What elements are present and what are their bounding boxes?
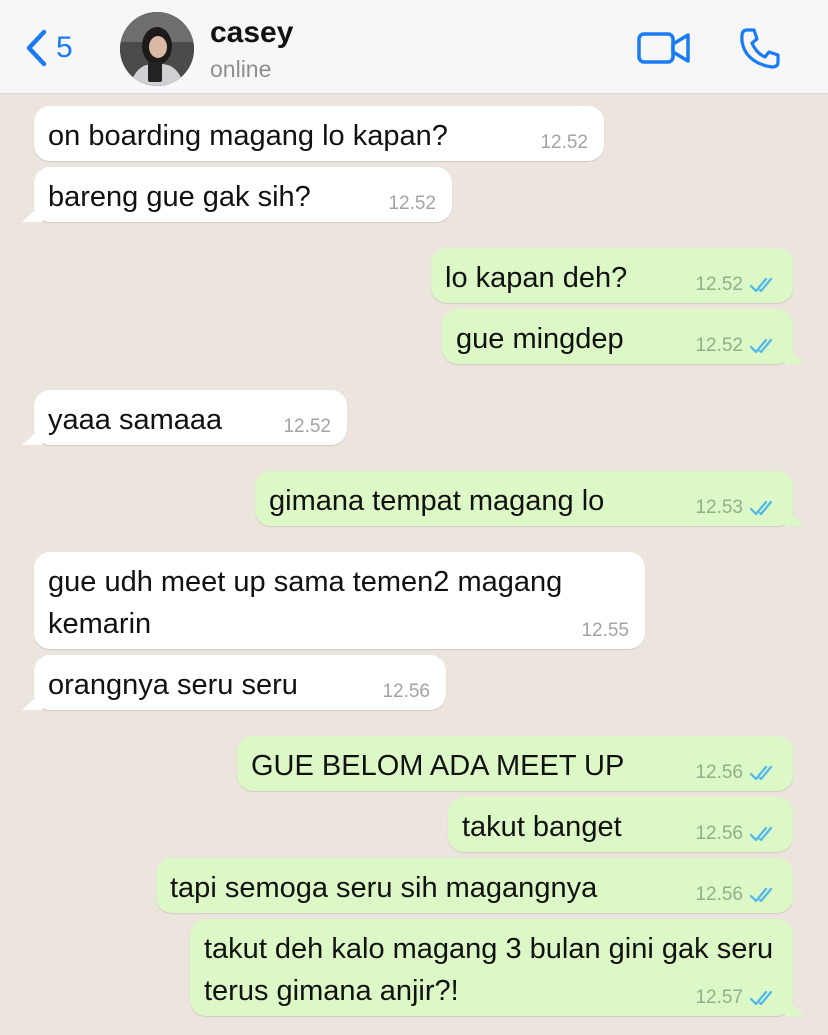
message-text: gue mingdep bbox=[456, 323, 624, 355]
message-time: 12.56 bbox=[695, 884, 743, 905]
contact-status: online bbox=[210, 56, 272, 82]
message-incoming[interactable]: bareng gue gak sih? 12.52 bbox=[34, 167, 452, 222]
message-text: bareng gue gak sih? bbox=[48, 181, 311, 213]
message-meta: 12.52 bbox=[695, 275, 777, 295]
message-time: 12.52 bbox=[283, 416, 331, 437]
phone-icon[interactable] bbox=[738, 26, 782, 70]
message-incoming[interactable]: orangnya seru seru 12.56 bbox=[34, 655, 446, 710]
message-text: takut deh kalo magang 3 bulan gini gak s… bbox=[204, 933, 774, 1007]
message-incoming[interactable]: on boarding magang lo kapan? 12.52 bbox=[34, 106, 604, 161]
back-button[interactable]: 5 bbox=[22, 26, 73, 70]
message-text: GUE BELOM ADA MEET UP bbox=[251, 750, 625, 782]
message-text: gimana tempat magang lo bbox=[269, 485, 605, 517]
message-meta: 12.56 bbox=[695, 885, 777, 905]
double-check-icon bbox=[749, 500, 773, 516]
message-meta: 12.56 bbox=[695, 763, 777, 783]
message-text: gue udh meet up sama temen2 magang kemar… bbox=[48, 566, 563, 640]
message-time: 12.52 bbox=[695, 335, 743, 356]
message-text: on boarding magang lo kapan? bbox=[48, 120, 448, 152]
double-check-icon bbox=[749, 277, 773, 293]
message-meta: 12.52 bbox=[695, 336, 777, 356]
message-time: 12.56 bbox=[695, 823, 743, 844]
message-text: orangnya seru seru bbox=[48, 669, 298, 701]
message-outgoing[interactable]: tapi semoga seru sih magangnya 12.56 bbox=[156, 858, 793, 913]
message-time: 12.53 bbox=[695, 497, 743, 518]
message-time: 12.55 bbox=[581, 620, 629, 641]
message-outgoing[interactable]: takut deh kalo magang 3 bulan gini gak s… bbox=[190, 919, 793, 1016]
message-outgoing[interactable]: lo kapan deh? 12.52 bbox=[431, 248, 793, 303]
message-outgoing[interactable]: GUE BELOM ADA MEET UP 12.56 bbox=[237, 736, 793, 791]
double-check-icon bbox=[749, 990, 773, 1006]
message-time: 12.57 bbox=[695, 987, 743, 1008]
message-time: 12.52 bbox=[388, 193, 436, 214]
message-text: tapi semoga seru sih magangnya bbox=[170, 872, 598, 904]
message-text: yaaa samaaa bbox=[48, 404, 223, 436]
double-check-icon bbox=[749, 765, 773, 781]
message-meta: 12.57 bbox=[695, 988, 777, 1008]
avatar[interactable] bbox=[120, 12, 194, 86]
message-outgoing[interactable]: gue mingdep 12.52 bbox=[442, 309, 793, 364]
message-time: 12.56 bbox=[382, 681, 430, 702]
message-list[interactable]: on boarding magang lo kapan? 12.52 baren… bbox=[0, 94, 828, 1035]
message-incoming[interactable]: yaaa samaaa 12.52 bbox=[34, 390, 347, 445]
message-text: takut banget bbox=[462, 811, 622, 843]
message-incoming[interactable]: gue udh meet up sama temen2 magang kemar… bbox=[34, 552, 645, 649]
double-check-icon bbox=[749, 887, 773, 903]
contact-name[interactable]: casey bbox=[210, 16, 293, 50]
double-check-icon bbox=[749, 338, 773, 354]
video-call-icon[interactable] bbox=[636, 26, 692, 70]
chat-header: 5 casey online bbox=[0, 0, 828, 94]
message-outgoing[interactable]: gimana tempat magang lo 12.53 bbox=[255, 471, 793, 526]
message-meta: 12.56 bbox=[695, 824, 777, 844]
message-time: 12.52 bbox=[540, 132, 588, 153]
chevron-left-icon bbox=[26, 29, 47, 67]
message-meta: 12.53 bbox=[695, 498, 777, 518]
message-text: lo kapan deh? bbox=[445, 262, 628, 294]
double-check-icon bbox=[749, 826, 773, 842]
unread-count: 5 bbox=[56, 31, 73, 64]
message-time: 12.52 bbox=[695, 274, 743, 295]
message-outgoing[interactable]: takut banget 12.56 bbox=[448, 797, 793, 852]
message-time: 12.56 bbox=[695, 762, 743, 783]
